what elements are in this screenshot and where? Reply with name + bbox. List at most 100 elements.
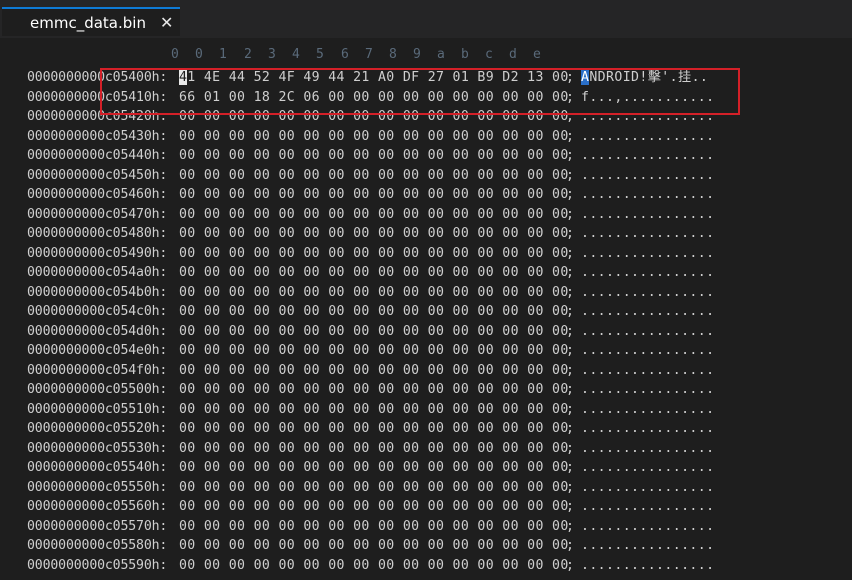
row-hex-bytes[interactable]: 00 00 00 00 00 00 00 00 00 00 00 00 00 0…: [179, 283, 569, 303]
row-hex-bytes[interactable]: 00 00 00 00 00 00 00 00 00 00 00 00 00 0…: [179, 361, 569, 381]
row-address: 0000000000c05570h:: [27, 518, 168, 534]
row-ascii[interactable]: ................: [581, 458, 714, 478]
row-ascii[interactable]: ................: [581, 517, 714, 537]
row-hex-bytes[interactable]: 00 00 00 00 00 00 00 00 00 00 00 00 00 0…: [179, 127, 569, 147]
hex-row[interactable]: 0000000000c05500h: 00 00 00 00 00 00 00 0…: [0, 380, 852, 400]
hex-col-label: d: [509, 47, 517, 62]
row-ascii[interactable]: ................: [581, 556, 714, 576]
row-address: 0000000000c05540h:: [27, 460, 168, 475]
row-ascii[interactable]: ................: [581, 497, 714, 517]
hex-col-label: 0: [171, 47, 179, 62]
row-hex-bytes[interactable]: 00 00 00 00 00 00 00 00 00 00 00 00 00 0…: [179, 263, 569, 283]
row-ascii[interactable]: ................: [581, 302, 714, 322]
row-address: 0000000000c05500h:: [27, 382, 168, 397]
row-ascii[interactable]: ................: [581, 263, 714, 283]
hex-row[interactable]: 0000000000c05520h: 00 00 00 00 00 00 00 0…: [0, 419, 852, 439]
row-ascii[interactable]: ................: [581, 146, 714, 166]
row-hex-bytes[interactable]: 00 00 00 00 00 00 00 00 00 00 00 00 00 0…: [179, 244, 569, 264]
row-separator: ;: [566, 187, 574, 202]
row-hex-bytes[interactable]: 00 00 00 00 00 00 00 00 00 00 00 00 00 0…: [179, 107, 569, 127]
hex-row[interactable]: 0000000000c05410h: 66 01 00 18 2C 06 00 0…: [0, 88, 852, 108]
row-separator: ;: [566, 284, 574, 300]
hex-row[interactable]: 0000000000c05570h: 00 00 00 00 00 00 00 0…: [0, 517, 852, 537]
row-hex-bytes[interactable]: 00 00 00 00 00 00 00 00 00 00 00 00 00 0…: [179, 517, 569, 537]
row-address: 0000000000c05590h:: [27, 557, 168, 573]
row-ascii[interactable]: ................: [581, 400, 714, 420]
row-separator: ;: [566, 148, 574, 163]
row-hex-bytes[interactable]: 00 00 00 00 00 00 00 00 00 00 00 00 00 0…: [179, 439, 569, 459]
row-separator: ;: [566, 557, 574, 573]
row-hex-bytes[interactable]: 00 00 00 00 00 00 00 00 00 00 00 00 00 0…: [179, 556, 569, 576]
row-ascii[interactable]: ................: [581, 380, 714, 400]
row-hex-bytes[interactable]: 00 00 00 00 00 00 00 00 00 00 00 00 00 0…: [179, 341, 569, 361]
hex-row[interactable]: 0000000000c05480h: 00 00 00 00 00 00 00 0…: [0, 224, 852, 244]
hex-row[interactable]: 0000000000c054a0h: 00 00 00 00 00 00 00 0…: [0, 263, 852, 283]
row-hex-bytes[interactable]: 00 00 00 00 00 00 00 00 00 00 00 00 00 0…: [179, 536, 569, 556]
hex-row[interactable]: 0000000000c05430h: 00 00 00 00 00 00 00 0…: [0, 127, 852, 147]
row-hex-bytes[interactable]: 00 00 00 00 00 00 00 00 00 00 00 00 00 0…: [179, 146, 569, 166]
row-separator: ;: [566, 109, 574, 124]
row-separator: ;: [566, 499, 574, 514]
hex-row[interactable]: 0000000000c05470h: 00 00 00 00 00 00 00 0…: [0, 205, 852, 225]
row-ascii[interactable]: ................: [581, 205, 714, 225]
row-ascii[interactable]: ................: [581, 185, 714, 205]
hex-row[interactable]: 0000000000c05420h: 00 00 00 00 00 00 00 0…: [0, 107, 852, 127]
row-ascii[interactable]: ................: [581, 419, 714, 439]
row-ascii[interactable]: ................: [581, 127, 714, 147]
row-address: 0000000000c05460h:: [27, 187, 168, 202]
row-hex-bytes[interactable]: 00 00 00 00 00 00 00 00 00 00 00 00 00 0…: [179, 400, 569, 420]
row-ascii[interactable]: ................: [581, 322, 714, 342]
hex-row[interactable]: 0000000000c054c0h: 00 00 00 00 00 00 00 0…: [0, 302, 852, 322]
hex-row[interactable]: 0000000000c054e0h: 00 00 00 00 00 00 00 0…: [0, 341, 852, 361]
hex-row[interactable]: 0000000000c05450h: 00 00 00 00 00 00 00 0…: [0, 166, 852, 186]
row-hex-bytes[interactable]: 00 00 00 00 00 00 00 00 00 00 00 00 00 0…: [179, 166, 569, 186]
row-separator: ;: [566, 167, 574, 183]
hex-row[interactable]: 0000000000c05590h: 00 00 00 00 00 00 00 0…: [0, 556, 852, 576]
row-hex-bytes[interactable]: 41 4E 44 52 4F 49 44 21 A0 DF 27 01 B9 D…: [179, 68, 569, 88]
row-separator: ;: [566, 265, 574, 280]
hex-row[interactable]: 0000000000c05510h: 00 00 00 00 00 00 00 0…: [0, 400, 852, 420]
row-separator: ;: [566, 362, 574, 378]
row-hex-bytes[interactable]: 00 00 00 00 00 00 00 00 00 00 00 00 00 0…: [179, 497, 569, 517]
hex-editor-content[interactable]: 0000000000c05400h: 41 4E 44 52 4F 49 44 …: [0, 68, 852, 575]
row-ascii[interactable]: ................: [581, 224, 714, 244]
row-address: 0000000000c05550h:: [27, 479, 168, 495]
hex-row[interactable]: 0000000000c05550h: 00 00 00 00 00 00 00 0…: [0, 478, 852, 498]
hex-row[interactable]: 0000000000c05490h: 00 00 00 00 00 00 00 0…: [0, 244, 852, 264]
row-hex-bytes[interactable]: 00 00 00 00 00 00 00 00 00 00 00 00 00 0…: [179, 419, 569, 439]
row-hex-bytes[interactable]: 00 00 00 00 00 00 00 00 00 00 00 00 00 0…: [179, 458, 569, 478]
row-ascii[interactable]: ................: [581, 166, 714, 186]
hex-row[interactable]: 0000000000c05530h: 00 00 00 00 00 00 00 0…: [0, 439, 852, 459]
row-ascii[interactable]: ................: [581, 439, 714, 459]
hex-row[interactable]: 0000000000c05540h: 00 00 00 00 00 00 00 0…: [0, 458, 852, 478]
row-separator: ;: [566, 401, 574, 417]
row-hex-bytes[interactable]: 00 00 00 00 00 00 00 00 00 00 00 00 00 0…: [179, 380, 569, 400]
hex-row[interactable]: 0000000000c05460h: 00 00 00 00 00 00 00 0…: [0, 185, 852, 205]
row-separator: ;: [566, 304, 574, 319]
hex-row[interactable]: 0000000000c054b0h: 00 00 00 00 00 00 00 0…: [0, 283, 852, 303]
hex-row[interactable]: 0000000000c05440h: 00 00 00 00 00 00 00 0…: [0, 146, 852, 166]
row-ascii[interactable]: ................: [581, 361, 714, 381]
row-ascii[interactable]: ................: [581, 341, 714, 361]
row-ascii[interactable]: ................: [581, 244, 714, 264]
row-hex-bytes[interactable]: 00 00 00 00 00 00 00 00 00 00 00 00 00 0…: [179, 205, 569, 225]
row-ascii[interactable]: ANDROID!擊'.挂..: [581, 68, 708, 88]
row-hex-bytes[interactable]: 00 00 00 00 00 00 00 00 00 00 00 00 00 0…: [179, 302, 569, 322]
hex-row[interactable]: 0000000000c05560h: 00 00 00 00 00 00 00 0…: [0, 497, 852, 517]
hex-row[interactable]: 0000000000c05400h: 41 4E 44 52 4F 49 44 …: [0, 68, 852, 88]
hex-row[interactable]: 0000000000c054d0h: 00 00 00 00 00 00 00 0…: [0, 322, 852, 342]
row-ascii[interactable]: f...,...........: [581, 88, 714, 108]
row-hex-bytes[interactable]: 00 00 00 00 00 00 00 00 00 00 00 00 00 0…: [179, 322, 569, 342]
row-ascii[interactable]: ................: [581, 283, 714, 303]
row-hex-bytes[interactable]: 00 00 00 00 00 00 00 00 00 00 00 00 00 0…: [179, 478, 569, 498]
row-hex-bytes[interactable]: 00 00 00 00 00 00 00 00 00 00 00 00 00 0…: [179, 185, 569, 205]
hex-row[interactable]: 0000000000c054f0h: 00 00 00 00 00 00 00 0…: [0, 361, 852, 381]
close-icon[interactable]: ✕: [160, 13, 173, 32]
row-hex-bytes[interactable]: 00 00 00 00 00 00 00 00 00 00 00 00 00 0…: [179, 224, 569, 244]
row-hex-bytes[interactable]: 66 01 00 18 2C 06 00 00 00 00 00 00 00 0…: [179, 88, 569, 108]
tab-emmc-data-bin[interactable]: emmc_data.bin ✕: [2, 7, 180, 36]
row-ascii[interactable]: ................: [581, 536, 714, 556]
row-ascii[interactable]: ................: [581, 107, 714, 127]
hex-row[interactable]: 0000000000c05580h: 00 00 00 00 00 00 00 0…: [0, 536, 852, 556]
row-ascii[interactable]: ................: [581, 478, 714, 498]
